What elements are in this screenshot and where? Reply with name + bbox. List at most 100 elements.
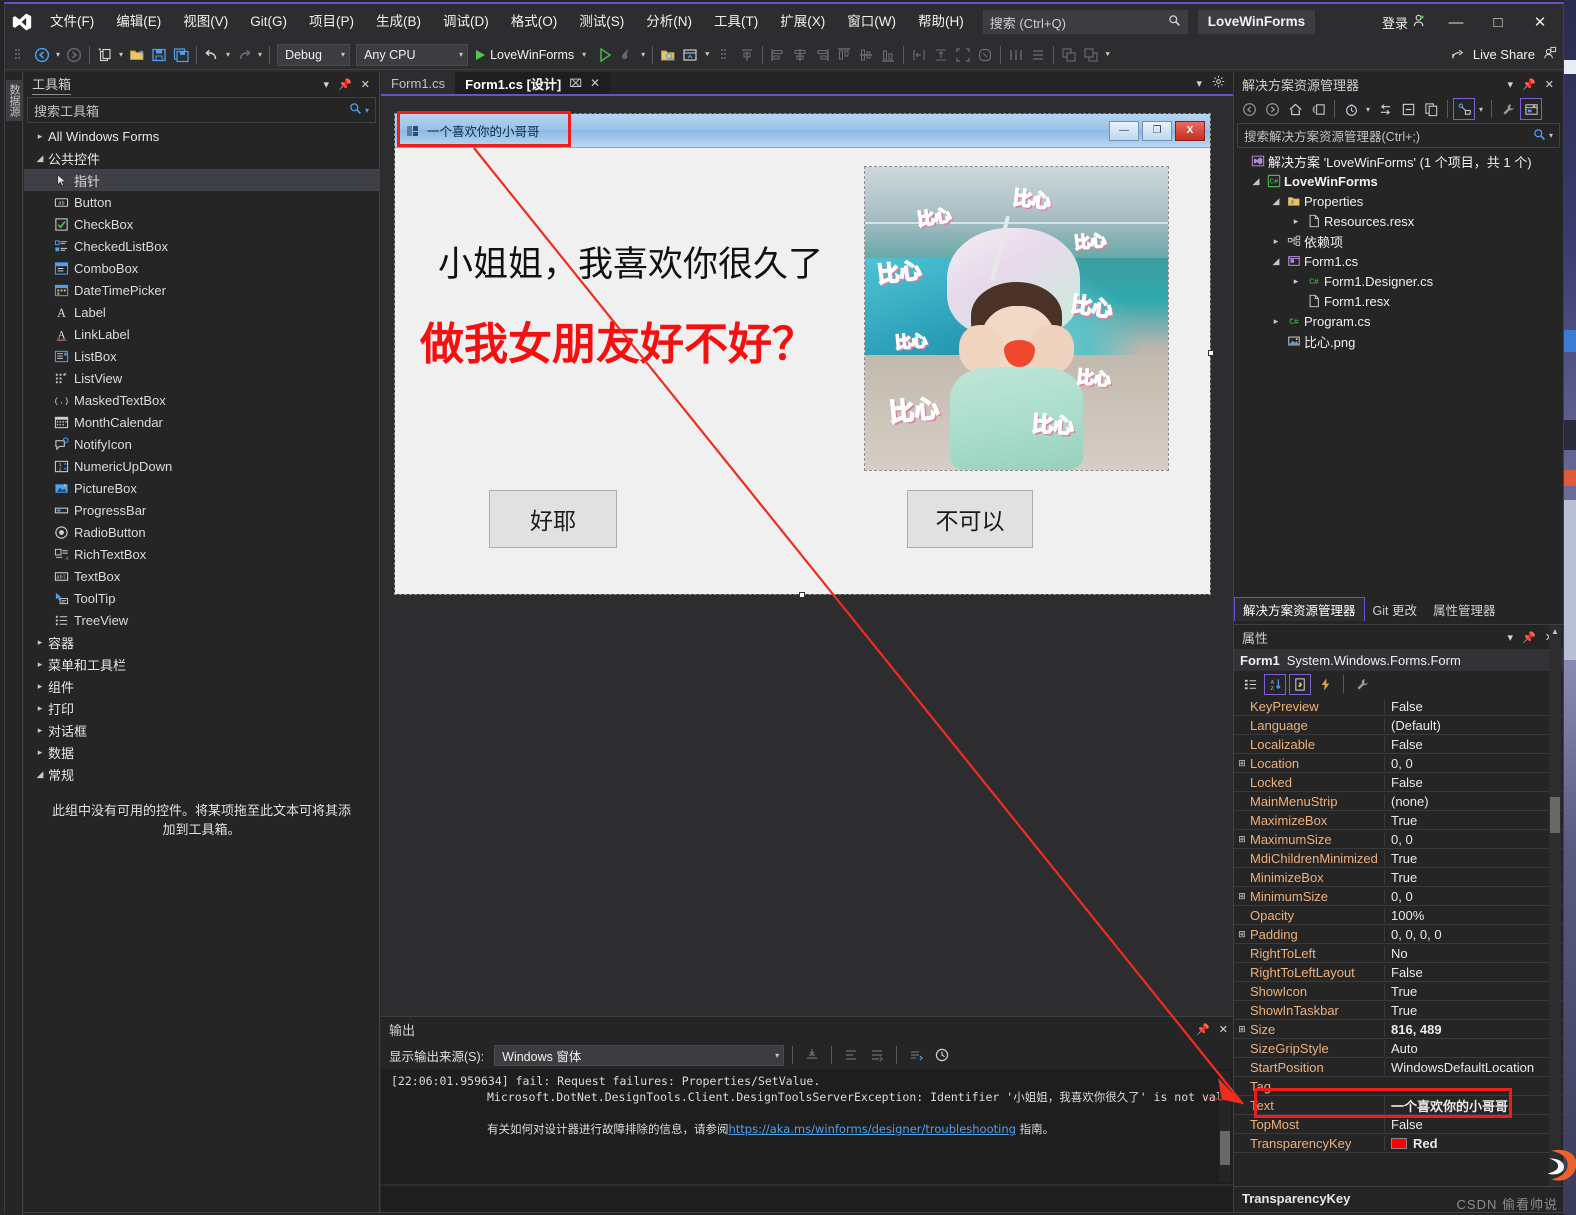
menu-project[interactable]: 项目(P) (298, 4, 365, 40)
solution-node-form1-cs[interactable]: ◢ Form1.cs (1234, 251, 1563, 271)
make-same-size-icon[interactable] (952, 43, 974, 67)
form-maximize-button[interactable]: ❐ (1142, 120, 1172, 141)
toolbox-group-all-windows-forms[interactable]: ▸ All Windows Forms (24, 125, 379, 147)
menu-help[interactable]: 帮助(H) (907, 4, 975, 40)
toolbox-group-general[interactable]: ◢ 常规 (24, 763, 379, 785)
menu-file[interactable]: 文件(F) (39, 4, 105, 40)
dock-tab-git-changes[interactable]: Git 更改 (1365, 597, 1425, 621)
property-value[interactable]: False (1384, 964, 1563, 980)
toolbox-item-monthcalendar[interactable]: MonthCalendar (24, 411, 379, 433)
new-project-icon[interactable] (94, 43, 116, 67)
window-maximize-button[interactable]: □ (1477, 5, 1519, 39)
toolbox-pin-icon[interactable]: 📌 (338, 78, 352, 91)
form-button-no[interactable]: 不可以 (907, 490, 1033, 548)
property-value[interactable]: (none) (1384, 793, 1563, 809)
property-value[interactable]: 0, 0 (1384, 755, 1563, 771)
property-value[interactable]: 0, 0 (1384, 888, 1563, 904)
make-same-width-icon[interactable] (908, 43, 930, 67)
window-close-button[interactable]: ✕ (1519, 5, 1561, 39)
output-pin-icon[interactable]: 📌 (1196, 1023, 1210, 1036)
menu-edit[interactable]: 编辑(E) (105, 4, 172, 40)
form-label-question[interactable]: 做我女朋友好不好？ (420, 308, 816, 372)
window-minimize-button[interactable]: — (1435, 5, 1477, 39)
solution-node-program-cs[interactable]: ▸ C# Program.cs (1234, 311, 1563, 331)
hot-reload-icon[interactable] (616, 43, 638, 67)
properties-object-selector[interactable]: Form1 System.Windows.Forms.Form ▾ (1234, 649, 1563, 671)
property-value[interactable]: False (1384, 698, 1563, 714)
chevron-right-icon[interactable]: ▸ (1288, 276, 1304, 287)
menu-window[interactable]: 窗口(W) (836, 4, 907, 40)
property-row-maximumsize[interactable]: ⊞ MaximumSize 0, 0 (1234, 830, 1563, 849)
redo-dropdown-icon[interactable]: ▾ (255, 50, 265, 59)
toolbox-search-options-icon[interactable]: ▾ (365, 106, 369, 115)
dock-tab-property-manager[interactable]: 属性管理器 (1425, 597, 1504, 621)
toolbox-group-menus-toolbars[interactable]: ▸ 菜单和工具栏 (24, 653, 379, 675)
properties-pin-icon[interactable]: 📌 (1522, 631, 1536, 644)
property-value[interactable]: Auto (1384, 1040, 1563, 1056)
menu-git[interactable]: Git(G) (239, 4, 298, 40)
dock-tab-data-sources[interactable]: 数据源 (6, 80, 22, 121)
property-value[interactable]: False (1384, 1116, 1563, 1132)
alphabetical-view-icon[interactable]: AZ (1264, 673, 1286, 695)
property-value[interactable]: True (1384, 850, 1563, 866)
align-middles-icon[interactable] (855, 43, 877, 67)
tab-form1-cs[interactable]: Form1.cs (381, 72, 456, 94)
chevron-right-icon[interactable]: ▸ (1288, 216, 1304, 227)
sln-show-all-files-icon[interactable] (1420, 98, 1442, 120)
output-close-icon[interactable]: ✕ (1219, 1023, 1228, 1036)
property-row-minimumsize[interactable]: ⊞ MinimumSize 0, 0 (1234, 887, 1563, 906)
property-row-righttoleftlayout[interactable]: RightToLeftLayout False (1234, 963, 1563, 982)
sln-sync-with-active-document-icon[interactable] (1374, 98, 1396, 120)
toolbox-dropdown-icon[interactable]: ▾ (324, 78, 330, 91)
property-row-keypreview[interactable]: KeyPreview False (1234, 697, 1563, 716)
solution-node-project[interactable]: ◢ C# LoveWinForms (1234, 171, 1563, 191)
vertical-spacing-icon[interactable] (1027, 43, 1049, 67)
chevron-down-icon[interactable]: ◢ (1268, 196, 1284, 207)
resize-grip-right[interactable] (1208, 350, 1214, 356)
property-value[interactable]: 0, 0 (1384, 831, 1563, 847)
toolbox-item-listbox[interactable]: ListBox (24, 345, 379, 367)
property-row-size[interactable]: ⊞ Size 816, 489 (1234, 1020, 1563, 1039)
property-value[interactable]: False (1384, 736, 1563, 752)
toolbox-group-data[interactable]: ▸ 数据 (24, 741, 379, 763)
undo-icon[interactable] (201, 43, 223, 67)
properties-page-icon[interactable] (1289, 673, 1311, 695)
close-tab-icon[interactable]: ✕ (590, 76, 600, 90)
property-row-transparencykey[interactable]: TransparencyKey Red (1234, 1134, 1563, 1153)
output-scrollbar[interactable] (1219, 1071, 1231, 1182)
solution-node-bixin-png[interactable]: 比心.png (1234, 331, 1563, 351)
align-to-grid-icon[interactable] (736, 43, 758, 67)
solution-root-node[interactable]: 解决方案 'LoveWinForms' (1 个项目，共 1 个) (1234, 151, 1563, 171)
solution-explorer-close-icon[interactable]: ✕ (1545, 78, 1554, 91)
redo-icon[interactable] (233, 43, 255, 67)
sln-pending-changes-icon[interactable] (1340, 98, 1362, 120)
chevron-down-icon[interactable]: ◢ (1268, 256, 1284, 267)
designer-dropdown-icon[interactable]: ⯆ (701, 50, 713, 60)
target-platform-select[interactable]: Any CPU ▾ (356, 43, 469, 66)
menu-analyze[interactable]: 分析(N) (635, 4, 703, 40)
solution-node-properties[interactable]: ◢ Properties (1234, 191, 1563, 211)
menu-extensions[interactable]: 扩展(X) (769, 4, 836, 40)
menu-test[interactable]: 测试(S) (568, 4, 635, 40)
sln-view-class-diagram-icon[interactable] (1453, 98, 1476, 120)
output-clear-all-icon[interactable] (801, 1043, 823, 1067)
property-value[interactable]: True (1384, 1002, 1563, 1018)
property-row-showicon[interactable]: ShowIcon True (1234, 982, 1563, 1001)
editor-settings-gear-icon[interactable] (1212, 75, 1225, 91)
menu-view[interactable]: 视图(V) (172, 4, 239, 40)
property-value[interactable]: True (1384, 812, 1563, 828)
toolbox-item-pointer[interactable]: 指针 (24, 169, 379, 191)
toolbox-item-checkedlistbox[interactable]: CheckedListBox (24, 235, 379, 257)
winforms-design-surface[interactable]: 一个喜欢你的小哥哥 — ❐ X 小姐姐，我喜欢你很久了 做我女朋友好不好？ 比心… (381, 96, 1233, 1016)
align-bottoms-icon[interactable] (877, 43, 899, 67)
toolbox-item-listview[interactable]: ListView (24, 367, 379, 389)
form-minimize-button[interactable]: — (1109, 120, 1139, 141)
sln-pending-dropdown-icon[interactable]: ▾ (1363, 105, 1373, 114)
scrollbar-thumb[interactable] (1550, 797, 1560, 833)
bring-to-front-icon[interactable] (1058, 43, 1080, 67)
navigate-back-icon[interactable] (31, 43, 53, 67)
property-value[interactable]: Red (1384, 1135, 1563, 1151)
property-value[interactable]: WindowsDefaultLocation (1384, 1059, 1563, 1075)
solution-node-form1-resx[interactable]: Form1.resx (1234, 291, 1563, 311)
sln-collapse-all-icon[interactable] (1397, 98, 1419, 120)
